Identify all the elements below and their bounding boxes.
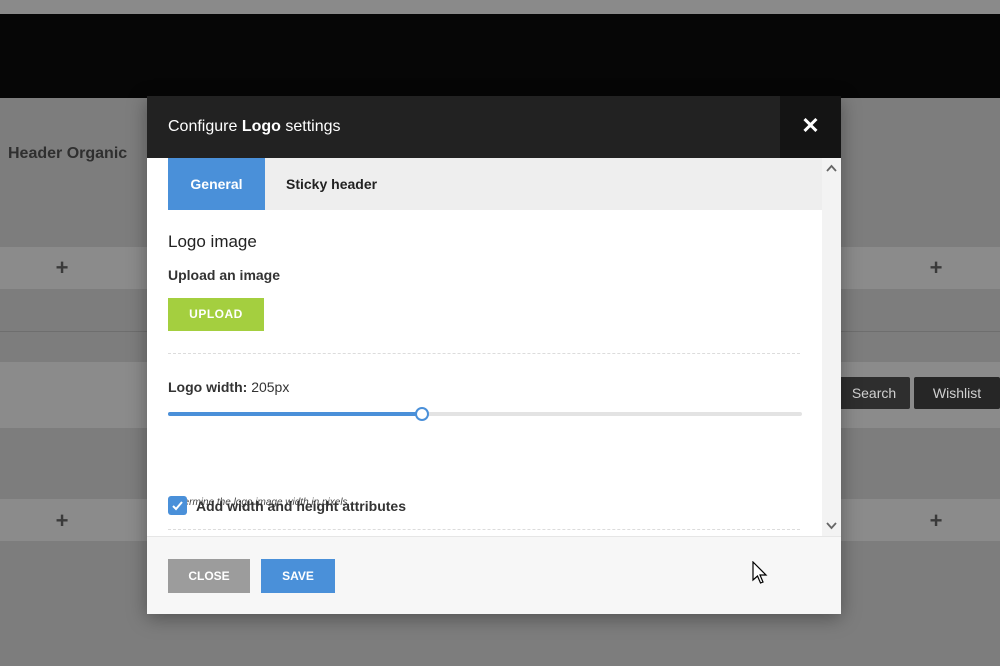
logo-width-label-text: Logo width: [168,379,248,395]
search-element-button[interactable]: Search [838,377,910,409]
chevron-up-icon[interactable] [825,162,838,175]
page-header-bar [0,14,1000,98]
add-element-plus-icon[interactable]: + [52,510,72,532]
modal-title-prefix: Configure [168,118,242,135]
modal-title: Configure Logo settings [168,118,341,136]
modal-header: Configure Logo settings ✕ [147,96,841,158]
close-icon[interactable]: ✕ [780,96,841,158]
section-divider [168,353,800,354]
logo-width-value: 205px [247,379,290,395]
tab-sticky-header[interactable]: Sticky header [286,158,377,210]
save-button[interactable]: SAVE [261,559,335,593]
modal-title-suffix: settings [280,118,341,135]
checkmark-icon[interactable] [168,496,187,515]
upload-button[interactable]: UPLOAD [168,298,264,331]
logo-width-label: Logo width: 205px [168,379,289,395]
modal-title-bold: Logo [241,118,281,135]
close-button[interactable]: CLOSE [168,559,250,593]
slider-fill [168,412,422,416]
add-element-plus-icon[interactable]: + [926,257,946,279]
page-top-strip [0,0,1000,14]
header-builder-title: Header Organic [8,145,128,162]
add-element-plus-icon[interactable]: + [52,257,72,279]
logo-image-heading: Logo image [168,232,257,251]
logo-settings-modal: Configure Logo settings ✕ General Sticky… [147,96,841,614]
modal-body: General Sticky header Logo image Upload … [147,158,841,536]
tab-general[interactable]: General [168,158,265,210]
settings-tabs: General Sticky header [168,158,822,210]
width-height-attributes-label: Add width and height attributes [196,498,406,514]
logo-width-slider[interactable] [168,406,802,422]
modal-scrollbar[interactable] [822,158,841,536]
slider-handle[interactable] [415,407,429,421]
upload-image-label: Upload an image [168,267,281,283]
modal-footer: CLOSE SAVE [147,536,841,614]
wishlist-element-button[interactable]: Wishlist [914,377,1000,409]
section-divider [168,529,800,530]
add-element-plus-icon[interactable]: + [926,510,946,532]
mouse-pointer-icon [752,560,768,585]
chevron-down-icon[interactable] [825,519,838,532]
